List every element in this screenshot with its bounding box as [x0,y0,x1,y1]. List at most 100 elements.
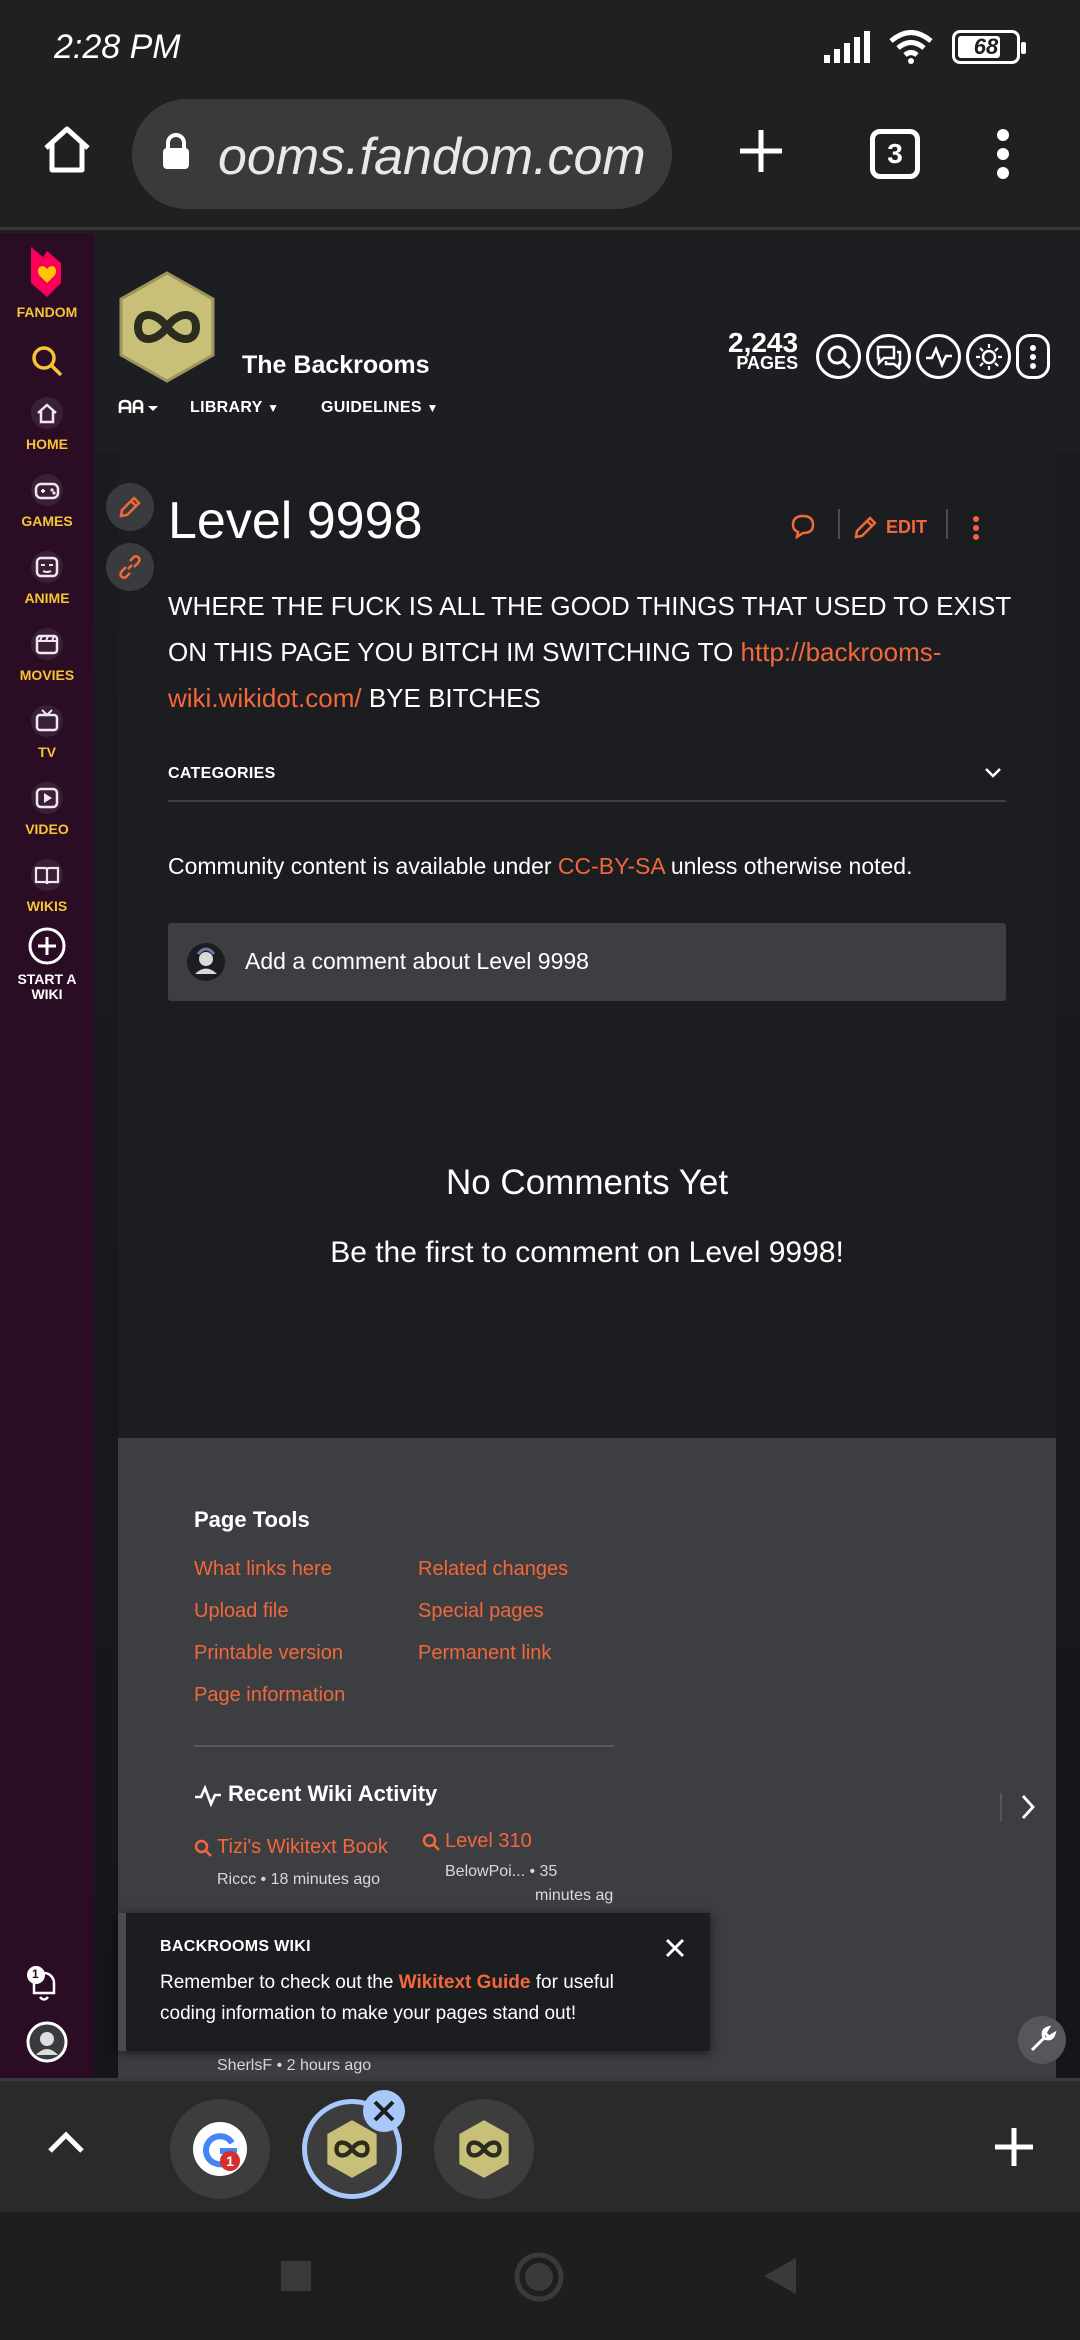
divider [838,509,840,539]
pages-count-label: PAGES [736,353,799,373]
search-icon[interactable] [31,345,63,377]
activity-item-title[interactable]: Level 310 [445,1830,532,1853]
discussions-icon [876,345,901,370]
activity-item-title[interactable]: Tizi's Wikitext Book [217,1836,388,1859]
close-icon[interactable] [662,1935,688,1961]
clapperboard-icon [31,628,63,660]
fandom-global-nav: FANDOM HOME GAMES ANIME MOVIES TV VIDEO … [0,233,94,2078]
footer-divider [194,1745,614,1747]
home-icon[interactable] [40,122,94,176]
system-nav-bar [0,2212,1080,2340]
explore-menu[interactable] [118,399,160,417]
rail-item-video[interactable]: VIDEO [0,780,94,837]
gamepad-icon [31,474,63,506]
pencil-icon [119,496,141,518]
menu-icon[interactable] [996,128,1010,180]
link-printable-version[interactable]: Printable version [194,1642,343,1665]
battery-icon: 68 [952,30,1026,64]
link-permanent-link[interactable]: Permanent link [418,1642,551,1665]
tab-strip: 1 [0,2078,1080,2212]
chevron-right-icon[interactable] [1020,1793,1036,1821]
categories-toggle[interactable]: CATEGORIES [168,765,276,783]
start-a-wiki-button[interactable]: START A WIKI [0,926,94,1002]
fandom-label: FANDOM [16,304,78,320]
explore-icon [118,399,158,413]
status-icons: 68 [822,30,1026,64]
rail-item-home[interactable]: HOME [0,395,94,452]
more-vertical-icon [1030,344,1036,369]
back-icon[interactable] [762,2256,798,2296]
close-tab-icon[interactable] [362,2089,406,2133]
activity-item-meta: minutes ag [535,1887,614,1904]
license-text-end: unless otherwise noted. [664,853,913,879]
no-comments-title: No Comments Yet [445,1163,729,1202]
fandom-logo[interactable]: FANDOM [0,243,94,320]
tab-thumbnail[interactable] [434,2099,534,2199]
wiki-search-button[interactable] [816,334,861,379]
rail-label-games: GAMES [21,513,73,529]
side-edit-button[interactable] [106,483,154,531]
rail-item-tv[interactable]: TV [0,703,94,760]
theme-toggle-button[interactable] [966,334,1011,379]
link-related-changes[interactable]: Related changes [418,1558,568,1581]
tab-library[interactable]: LIBRARY ▼ [190,399,279,417]
rail-item-anime[interactable]: ANIME [0,549,94,606]
tab-guidelines[interactable]: GUIDELINES ▼ [321,399,439,417]
user-avatar[interactable] [26,2021,68,2063]
chevron-down-icon[interactable] [984,767,1002,779]
new-tab-icon[interactable] [736,126,786,176]
link-what-links-here[interactable]: What links here [194,1558,332,1581]
battery-level: 68 [973,34,999,59]
book-icon [31,859,63,891]
svg-text:1: 1 [226,2153,234,2169]
chevron-down-icon: ▼ [267,401,280,415]
url-text: ooms.fandom.com [218,128,646,186]
tab-thumbnail[interactable]: 1 [170,2099,270,2199]
rail-label-wikis: WIKIS [26,898,68,914]
tv-icon [31,705,63,737]
search-icon [422,1833,440,1851]
start-a-wiki-label: START A WIKI [17,971,77,1002]
link-icon [119,555,141,579]
notification-count: 1 [32,1967,39,1981]
banner-text: Remember to check out the Wikitext Guide… [160,1967,660,2029]
comment-icon[interactable] [790,513,816,539]
notifications-icon[interactable]: 1 [24,1965,64,2005]
wikitext-guide-link[interactable]: Wikitext Guide [399,1972,531,1993]
discussions-button[interactable] [866,334,911,379]
link-upload-file[interactable]: Upload file [194,1600,289,1623]
wiki-logo[interactable] [118,271,216,383]
url-bar[interactable]: ooms.fandom.com [132,99,672,209]
rail-label-movies: MOVIES [19,667,75,683]
home-button-icon[interactable] [514,2252,564,2302]
tab-switcher-button[interactable]: 3 [870,129,920,179]
fandom-logo-icon [31,247,61,297]
chevron-up-icon[interactable] [44,2127,88,2157]
rail-item-wikis[interactable]: WIKIS [0,857,94,914]
edit-button[interactable]: EDIT [886,517,927,538]
recent-changes-button[interactable] [916,334,961,379]
page-title: Level 9998 [168,492,423,550]
chevron-down-icon: ▼ [426,401,439,415]
comment-input[interactable]: Add a comment about Level 9998 [168,923,1006,1001]
more-actions-icon[interactable] [972,515,980,541]
divider [1000,1793,1002,1821]
pencil-icon[interactable] [852,513,880,541]
link-page-information[interactable]: Page information [194,1684,345,1707]
banner-text-start: Remember to check out the [160,1972,399,1993]
lock-icon [160,131,192,171]
banner-title: BACKROOMS WIKI [160,1938,311,1955]
license-link[interactable]: CC-BY-SA [558,853,665,879]
rail-item-movies[interactable]: MOVIES [0,626,94,683]
link-special-pages[interactable]: Special pages [418,1600,544,1623]
pages-count-number: 2,243 [728,327,799,358]
wiki-more-button[interactable] [1016,334,1050,379]
wiki-name[interactable]: The Backrooms [242,351,430,380]
rail-item-games[interactable]: GAMES [0,472,94,529]
side-link-button[interactable] [106,543,154,591]
recents-icon[interactable] [280,2260,312,2292]
license-text: Community content is available under CC-… [168,853,913,880]
new-tab-icon[interactable] [992,2125,1036,2169]
wrench-icon[interactable] [1017,2015,1067,2065]
license-text-start: Community content is available under [168,853,558,879]
